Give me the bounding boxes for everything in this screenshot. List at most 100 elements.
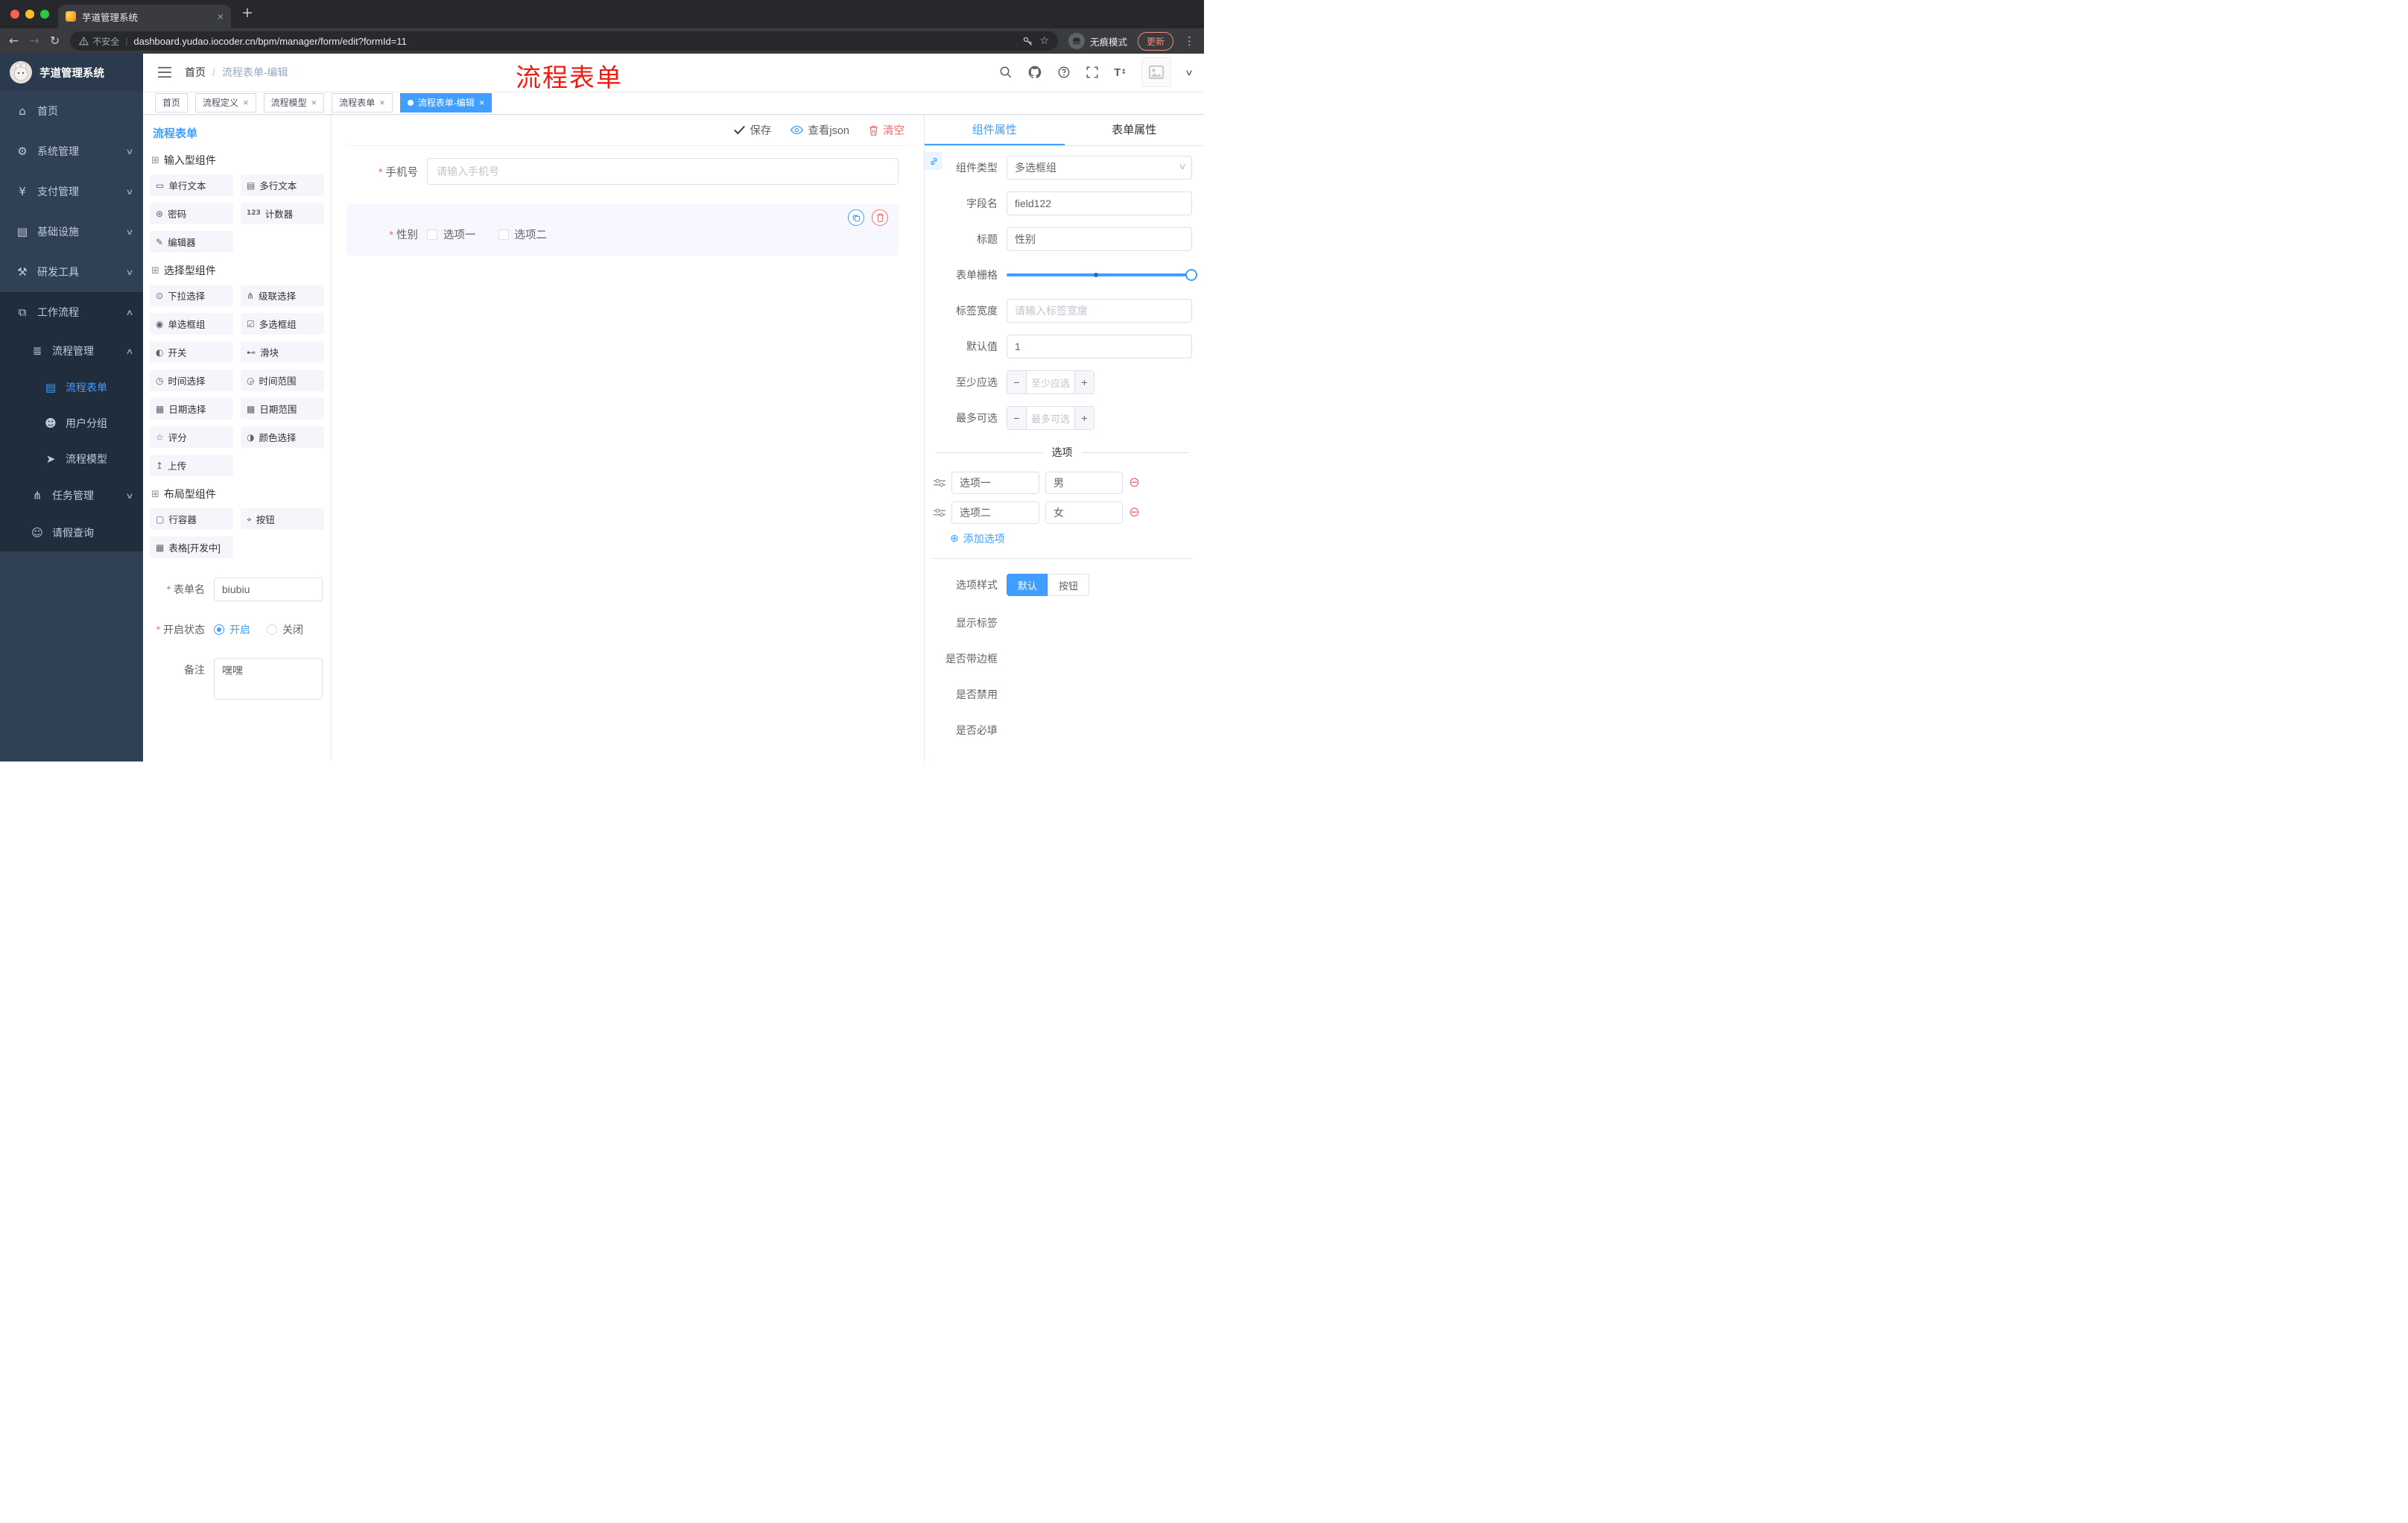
decrease-button[interactable]: − bbox=[1007, 407, 1027, 429]
sidebar-logo[interactable]: 芋道管理系统 bbox=[0, 54, 143, 91]
palette-item-date-range[interactable]: ▩ 日期范围 bbox=[241, 398, 324, 419]
password-key-icon[interactable] bbox=[1022, 36, 1033, 47]
max-select-value[interactable]: 最多可选 bbox=[1027, 407, 1074, 429]
palette-item-row-container[interactable]: ▢ 行容器 bbox=[150, 508, 233, 530]
palette-item-single-text[interactable]: ▭ 单行文本 bbox=[150, 174, 233, 196]
option2-value-input[interactable] bbox=[1045, 501, 1123, 524]
close-tab-icon[interactable]: × bbox=[218, 10, 224, 22]
palette-item-slider[interactable]: ⊷ 滑块 bbox=[241, 341, 324, 363]
tag-process-definition[interactable]: 流程定义 × bbox=[195, 92, 256, 113]
remove-option-icon[interactable]: ⊖ bbox=[1129, 476, 1140, 490]
palette-item-table[interactable]: ▦ 表格[开发中] bbox=[150, 536, 233, 558]
increase-button[interactable]: + bbox=[1074, 371, 1094, 393]
palette-item-upload[interactable]: ↥ 上传 bbox=[150, 455, 233, 476]
palette-item-editor[interactable]: ✎ 编辑器 bbox=[150, 231, 233, 253]
link-chip-icon[interactable] bbox=[925, 152, 942, 170]
component-type-select[interactable]: ∨ bbox=[1007, 156, 1192, 180]
fullscreen-icon[interactable] bbox=[1086, 66, 1099, 79]
sidebar-item-process-mgmt[interactable]: ≣ 流程管理 ∧ bbox=[0, 332, 143, 370]
close-window-button[interactable] bbox=[10, 10, 19, 19]
increase-button[interactable]: + bbox=[1074, 407, 1094, 429]
palette-item-radio-group[interactable]: ◉ 单选框组 bbox=[150, 313, 233, 335]
close-icon[interactable]: × bbox=[243, 97, 249, 108]
option1-name-input[interactable] bbox=[951, 472, 1039, 494]
tab-component-props[interactable]: 组件属性 bbox=[925, 115, 1065, 145]
sidebar-item-home[interactable]: ⌂ 首页 bbox=[0, 91, 143, 131]
close-icon[interactable]: × bbox=[479, 97, 485, 108]
selected-component-gender[interactable]: 性别 选项一 选项二 bbox=[346, 204, 899, 256]
palette-item-cascader[interactable]: ⋔ 级联选择 bbox=[241, 285, 324, 306]
field-name-input[interactable] bbox=[1007, 191, 1192, 215]
sidebar-item-user-group[interactable]: ☻ 用户分组 bbox=[0, 405, 143, 441]
tag-process-form[interactable]: 流程表单 × bbox=[332, 92, 393, 113]
option1-value-input[interactable] bbox=[1045, 472, 1123, 494]
remove-option-icon[interactable]: ⊖ bbox=[1129, 506, 1140, 519]
palette-item-checkbox-group[interactable]: ☑ 多选框组 bbox=[241, 313, 324, 335]
reload-button[interactable]: ↻ bbox=[50, 35, 60, 47]
min-select-value[interactable]: 至少应选 bbox=[1027, 371, 1074, 393]
font-size-icon[interactable]: T ↕ bbox=[1114, 66, 1127, 79]
style-default-button[interactable]: 默认 bbox=[1007, 574, 1049, 596]
label-width-input[interactable] bbox=[1007, 299, 1192, 323]
slider-handle[interactable] bbox=[1185, 269, 1197, 281]
sidebar-item-system[interactable]: ⚙ 系统管理 ∨ bbox=[0, 131, 143, 171]
chrome-menu-icon[interactable]: ⋮ bbox=[1184, 34, 1195, 48]
search-icon[interactable] bbox=[999, 66, 1013, 79]
minimize-window-button[interactable] bbox=[25, 10, 34, 19]
zoom-window-button[interactable] bbox=[40, 10, 49, 19]
back-button[interactable]: ← bbox=[9, 35, 19, 47]
sidebar-item-task-mgmt[interactable]: ⋔ 任务管理 ∨ bbox=[0, 477, 143, 514]
phone-input[interactable] bbox=[427, 158, 899, 185]
palette-item-time-range[interactable]: ◶ 时间范围 bbox=[241, 370, 324, 391]
breadcrumb-home[interactable]: 首页 bbox=[185, 65, 206, 80]
sidebar-item-devtools[interactable]: ⚒ 研发工具 ∨ bbox=[0, 252, 143, 292]
palette-item-multi-text[interactable]: ▤ 多行文本 bbox=[241, 174, 324, 196]
chrome-update-button[interactable]: 更新 bbox=[1137, 31, 1173, 51]
sidebar-item-process-form[interactable]: ▤ 流程表单 bbox=[0, 370, 143, 405]
browser-tab[interactable]: 芋道管理系统 × bbox=[58, 4, 231, 28]
drag-handle-icon[interactable] bbox=[934, 478, 945, 488]
new-tab-button[interactable]: + bbox=[241, 6, 253, 20]
address-bar[interactable]: 不安全 | dashboard.yudao.iocoder.cn/bpm/man… bbox=[70, 31, 1058, 51]
option2-name-input[interactable] bbox=[951, 501, 1039, 524]
palette-item-counter[interactable]: 123 计数器 bbox=[241, 203, 324, 224]
collapse-sidebar-icon[interactable] bbox=[158, 66, 171, 78]
status-on-radio[interactable]: 开启 bbox=[214, 622, 250, 637]
bookmark-star-icon[interactable]: ☆ bbox=[1039, 36, 1049, 46]
forward-button[interactable]: → bbox=[29, 35, 39, 47]
tab-form-props[interactable]: 表单属性 bbox=[1065, 115, 1205, 145]
clear-button[interactable]: 清空 bbox=[869, 122, 904, 138]
copy-component-button[interactable] bbox=[848, 209, 864, 226]
tag-process-form-edit[interactable]: 流程表单-编辑 × bbox=[399, 92, 492, 113]
palette-item-time-picker[interactable]: ◷ 时间选择 bbox=[150, 370, 233, 391]
avatar[interactable] bbox=[1141, 57, 1171, 87]
palette-item-rate[interactable]: ☆ 评分 bbox=[150, 426, 233, 448]
view-json-button[interactable]: 查看json bbox=[790, 122, 849, 138]
security-indicator[interactable]: 不安全 bbox=[79, 35, 119, 48]
grid-slider[interactable] bbox=[1007, 263, 1197, 287]
slider-track[interactable] bbox=[1007, 269, 1197, 281]
palette-item-password[interactable]: ⊛ 密码 bbox=[150, 203, 233, 224]
save-button[interactable]: 保存 bbox=[734, 122, 771, 138]
form-remark-textarea[interactable]: 嘿嘿 bbox=[214, 658, 323, 700]
title-input[interactable] bbox=[1007, 227, 1192, 251]
sidebar-item-payment[interactable]: ¥ 支付管理 ∨ bbox=[0, 171, 143, 212]
palette-item-date-picker[interactable]: ▦ 日期选择 bbox=[150, 398, 233, 419]
delete-component-button[interactable] bbox=[872, 209, 888, 226]
tag-process-model[interactable]: 流程模型 × bbox=[263, 92, 325, 113]
palette-item-button[interactable]: ⌖ 按钮 bbox=[241, 508, 324, 530]
style-button-button[interactable]: 按钮 bbox=[1048, 574, 1090, 596]
form-name-input[interactable] bbox=[214, 577, 323, 601]
decrease-button[interactable]: − bbox=[1007, 371, 1027, 393]
tag-home[interactable]: 首页 bbox=[155, 92, 188, 113]
close-icon[interactable]: × bbox=[311, 97, 317, 108]
sidebar-item-leave-query[interactable]: ☺ 请假查询 bbox=[0, 514, 143, 551]
sidebar-item-workflow[interactable]: ⧉ 工作流程 ∧ bbox=[0, 292, 143, 332]
status-off-radio[interactable]: 关闭 bbox=[267, 622, 303, 637]
palette-item-color-picker[interactable]: ◑ 颜色选择 bbox=[241, 426, 324, 448]
sidebar-item-process-model[interactable]: ➤ 流程模型 bbox=[0, 441, 143, 477]
palette-item-switch[interactable]: ◐ 开关 bbox=[150, 341, 233, 363]
drag-handle-icon[interactable] bbox=[934, 507, 945, 518]
github-icon[interactable] bbox=[1027, 65, 1042, 80]
help-icon[interactable] bbox=[1057, 66, 1071, 79]
